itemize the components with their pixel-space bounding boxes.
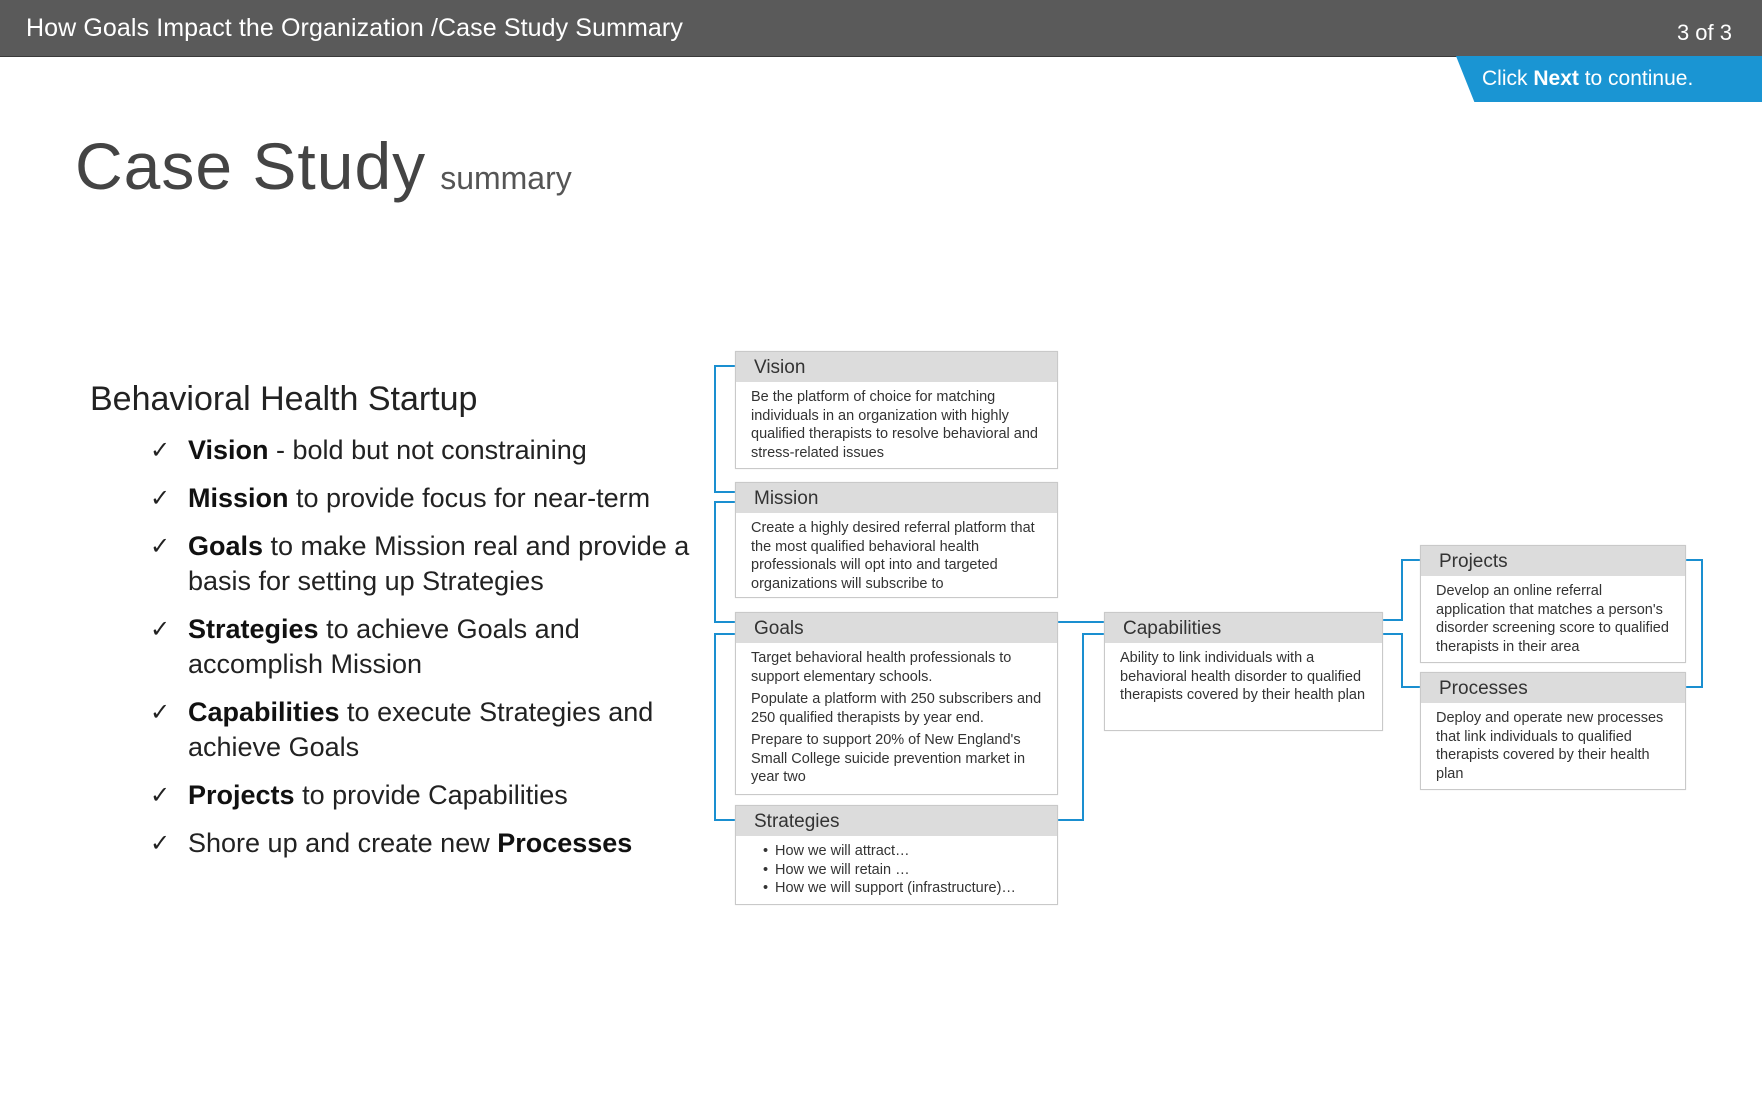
connector-vision-mission bbox=[714, 365, 735, 493]
capabilities-box-title: Capabilities bbox=[1105, 613, 1382, 643]
connector-goals-strategies bbox=[714, 633, 735, 821]
processes-box: Processes Deploy and operate new process… bbox=[1420, 672, 1686, 790]
capabilities-box-text: Ability to link individuals with a behav… bbox=[1120, 650, 1366, 703]
goal-item: Prepare to support 20% of New England's … bbox=[751, 732, 1026, 785]
projects-box: Projects Develop an online referral appl… bbox=[1420, 545, 1686, 663]
goals-box-title: Goals bbox=[736, 613, 1057, 643]
strategies-box-body: How we will attract… How we will retain … bbox=[736, 836, 1057, 904]
projects-box-title: Projects bbox=[1421, 546, 1685, 576]
strategies-box-title: Strategies bbox=[736, 806, 1057, 836]
connector-mission-goals bbox=[714, 501, 735, 623]
vision-box-title: Vision bbox=[736, 352, 1057, 382]
goal-item: Populate a platform with 250 subscribers… bbox=[751, 691, 1042, 726]
strategies-box: Strategies How we will attract… How we w… bbox=[735, 805, 1058, 905]
mission-box-title: Mission bbox=[736, 483, 1057, 513]
processes-box-text: Deploy and operate new processes that li… bbox=[1436, 710, 1664, 782]
goal-item: Target behavioral health professionals t… bbox=[751, 650, 1012, 685]
strategy-item: How we will support (infrastructure)… bbox=[763, 879, 1043, 898]
processes-box-title: Processes bbox=[1421, 673, 1685, 703]
vision-box-text: Be the platform of choice for matching i… bbox=[751, 389, 1038, 461]
vision-box: Vision Be the platform of choice for mat… bbox=[735, 351, 1058, 469]
strategy-item: How we will retain … bbox=[763, 861, 1043, 880]
connector-strategies-capabilities bbox=[1057, 633, 1110, 821]
goals-box: Goals Target behavioral health professio… bbox=[735, 612, 1058, 795]
projects-box-text: Develop an online referral application t… bbox=[1436, 583, 1669, 655]
capabilities-box: Capabilities Ability to link individuals… bbox=[1104, 612, 1383, 731]
mission-box-text: Create a highly desired referral platfor… bbox=[751, 520, 1035, 592]
goals-box-body: Target behavioral health professionals t… bbox=[736, 643, 1057, 797]
strategy-item: How we will attract… bbox=[763, 842, 1043, 861]
mission-box: Mission Create a highly desired referral… bbox=[735, 482, 1058, 598]
